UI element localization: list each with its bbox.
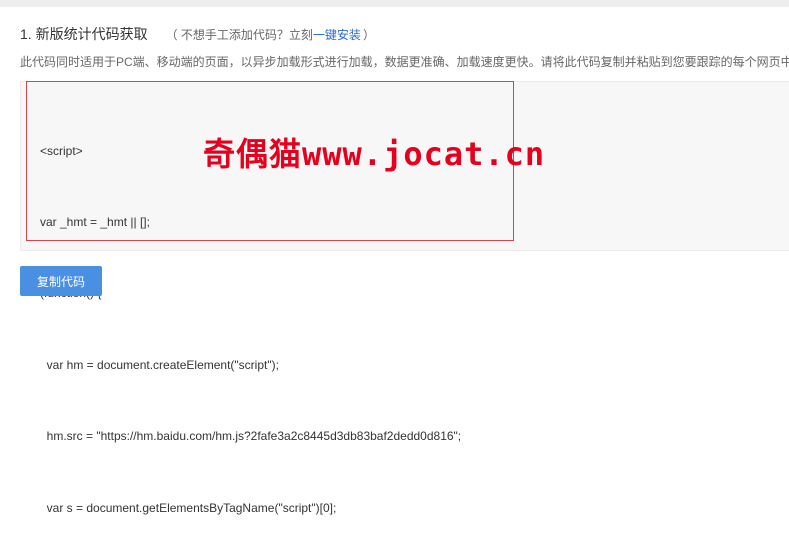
install-note: （ 不想手工添加代码？立刻 [165,28,313,42]
top-strip [0,0,789,7]
code-line: var hm = document.createElement("script"… [40,357,279,372]
section-title: 1. 新版统计代码获取 [20,26,148,42]
one-click-install-link[interactable]: 一键安装 [313,26,361,43]
code-line: var _hmt = _hmt || []; [40,214,150,229]
code-line: (function() { [40,282,461,306]
code-line: var s = document.getElementsByTagName("s… [40,500,337,515]
code-line: <script> [40,143,83,158]
code-description: 此代码同时适用于PC端、移动端的页面，以异步加载形式进行加载，数据更准确、加载速… [20,55,789,69]
code-lines: <script> var _hmt = _hmt || []; (functio… [40,92,461,544]
code-line: hm.src = "https://hm.baidu.com/hm.js?2fa… [40,429,462,444]
copy-code-button[interactable]: 复制代码 [20,266,102,296]
install-note-close: ） [362,28,375,42]
section-heading: 1. 新版统计代码获取 （ 不想手工添加代码？立刻 一键安装 ） [20,24,375,44]
